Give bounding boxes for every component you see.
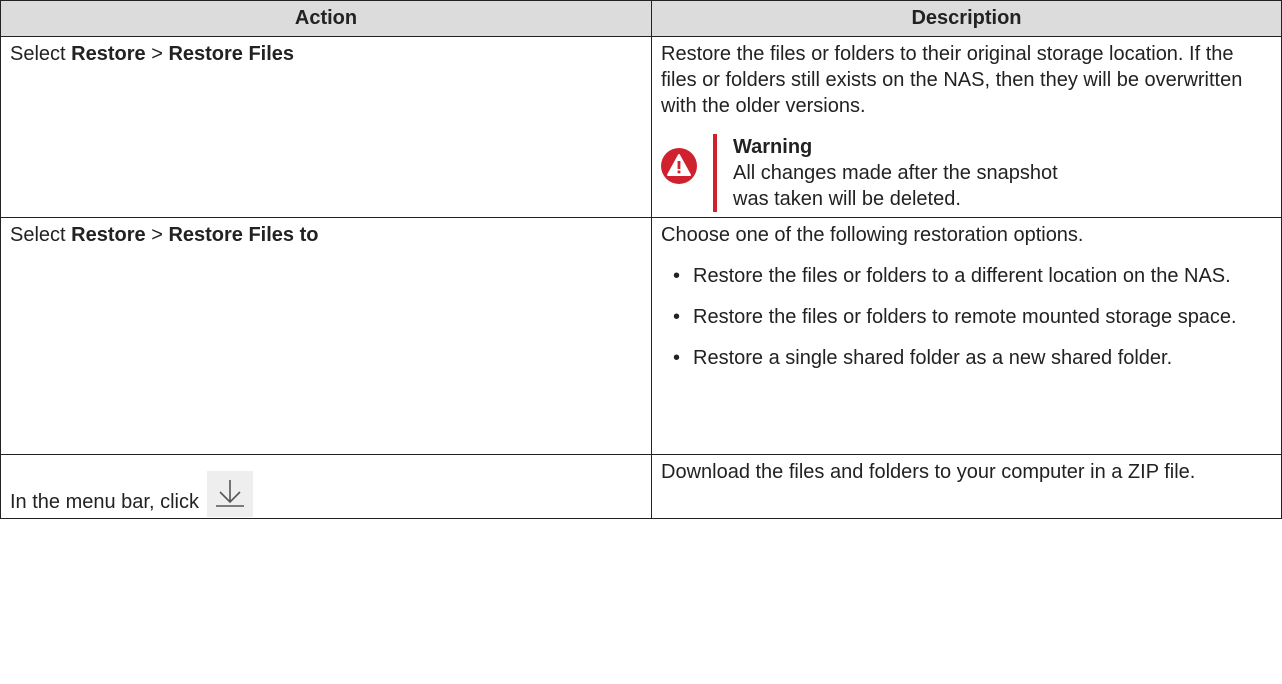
warning-body: Warning All changes made after the snaps… — [713, 134, 1058, 212]
menu-name: Restore — [71, 224, 146, 246]
list-item: Restore the files or folders to remote m… — [671, 304, 1273, 330]
options-list: Restore the files or folders to a differ… — [661, 263, 1273, 371]
action-text: In the menu bar, click — [10, 491, 199, 513]
action-cell: Select Restore > Restore Files to — [0, 217, 652, 455]
warning-line-2: was taken will be deleted. — [733, 188, 961, 210]
list-item: Restore the files or folders to a differ… — [671, 263, 1273, 289]
warning-icon — [661, 148, 697, 184]
description-cell: Choose one of the following restoration … — [651, 217, 1282, 455]
action-cell: Select Restore > Restore Files — [0, 36, 652, 218]
description-text: Restore the files or folders to their or… — [661, 43, 1243, 117]
actions-table: Action Description Select Restore > Rest… — [0, 0, 1282, 519]
menu-bar-instruction: In the menu bar, click — [10, 459, 643, 517]
menu-item: Restore Files to — [168, 224, 319, 246]
description-intro: Choose one of the following restoration … — [661, 224, 1084, 246]
menu-separator: > — [145, 224, 169, 246]
description-cell: Restore the files or folders to their or… — [651, 36, 1282, 218]
warning-callout: Warning All changes made after the snaps… — [661, 134, 1273, 212]
action-prefix: Select — [10, 43, 72, 65]
warning-title: Warning — [733, 136, 813, 158]
list-item: Restore a single shared folder as a new … — [671, 345, 1273, 371]
action-cell: In the menu bar, click — [0, 454, 652, 519]
menu-separator: > — [145, 43, 169, 65]
menu-item: Restore Files — [168, 43, 295, 65]
table-row: Select Restore > Restore Files Restore t… — [0, 36, 1282, 218]
header-action: Action — [0, 0, 652, 37]
table-row: In the menu bar, click Download the file… — [0, 454, 1282, 519]
table-header-row: Action Description — [0, 0, 1282, 37]
header-description: Description — [651, 0, 1282, 37]
table-row: Select Restore > Restore Files to Choose… — [0, 217, 1282, 455]
action-prefix: Select — [10, 224, 72, 246]
warning-line-1: All changes made after the snapshot — [733, 162, 1058, 184]
menu-name: Restore — [71, 43, 146, 65]
download-icon — [206, 471, 253, 517]
description-cell: Download the files and folders to your c… — [651, 454, 1282, 519]
